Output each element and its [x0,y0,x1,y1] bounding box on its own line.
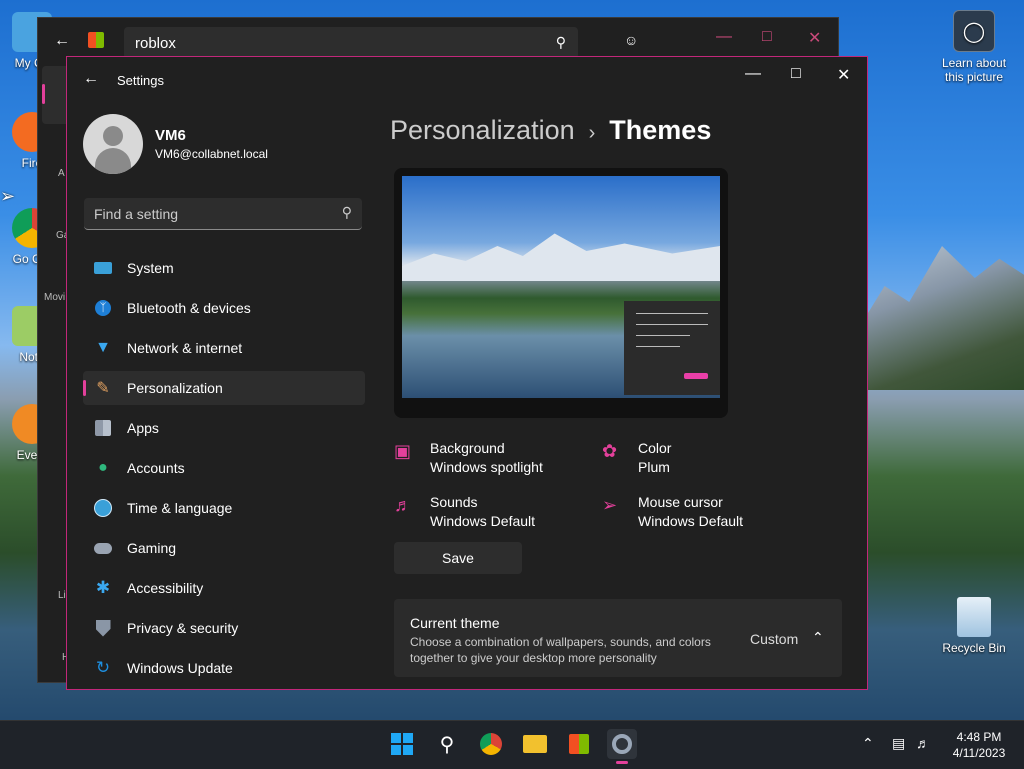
clock-date: 4/11/2023 [952,746,1006,760]
save-button[interactable]: Save [394,542,522,574]
sidebar-item-apps[interactable]: Apps [83,411,365,445]
current-theme-description: Choose a combination of wallpapers, soun… [410,635,711,665]
volume-icon[interactable]: ♬ [916,735,930,751]
recycle-bin[interactable]: Recycle Bin [936,597,1012,655]
picture-icon: ▣ [394,441,412,461]
store-search-input[interactable]: roblox ⚲ [124,27,578,59]
user-email: VM6@collabnet.local [155,147,268,161]
chrome-icon [480,733,502,755]
back-button[interactable]: ← [83,70,99,88]
sidebar-item-accessibility[interactable]: ✱ Accessibility [83,571,365,605]
sidebar-item-accounts[interactable]: ● Accounts [83,451,365,485]
bluetooth-icon: ᛉ [93,298,113,318]
current-theme-value: Custom [750,631,799,647]
store-logo-icon [88,32,104,48]
shield-icon [93,618,113,638]
palette-icon: ✿ [602,441,618,461]
chevron-right-icon: › [588,122,596,144]
accounts-icon: ● [98,459,108,476]
taskbar-settings[interactable] [607,729,637,764]
windows-logo-icon [391,733,413,755]
store-close-button[interactable]: ✕ [808,28,821,48]
system-icon [93,258,113,278]
store-back-button[interactable]: ← [54,32,70,50]
window-title: Settings [117,73,164,88]
gear-icon [612,734,632,754]
find-setting-input[interactable]: Find a setting ⚲ [84,198,362,230]
sidebar-item-windows-update[interactable]: ↻ Windows Update [83,651,365,685]
update-icon: ↻ [95,658,111,677]
sidebar-item-network[interactable]: ▼ Network & internet [83,331,365,365]
taskbar: ⚲ ⌃ ▤ ♬ 4:48 PM 4/11/2023 [0,720,1024,769]
store-maximize-button[interactable]: □ [762,28,772,46]
close-button[interactable]: ✕ [837,65,850,85]
sounds-setting[interactable]: ♬ Sounds Windows Default [394,493,535,531]
wallpaper-preview [402,176,720,398]
theme-preview [394,168,728,418]
user-name: VM6 [155,127,186,144]
sidebar-nav: System ᛉ Bluetooth & devices ▼ Network &… [83,251,365,689]
chevron-up-icon[interactable]: ⌃ [812,629,824,646]
folder-icon [523,735,547,753]
clock[interactable]: 4:48 PM 4/11/2023 [938,729,1020,761]
maximize-button[interactable]: □ [791,65,801,83]
sidebar-item-gaming[interactable]: Gaming [83,531,365,565]
search-icon: ⚲ [341,204,352,220]
sidebar-item-system[interactable]: System [83,251,365,285]
desktop-mountain [860,246,1024,390]
store-nav-movies[interactable]: Movi [44,292,65,303]
taskbar-store[interactable] [564,729,594,759]
mouse-pointer-icon: ➢ [0,186,16,206]
sidebar-item-bluetooth[interactable]: ᛉ Bluetooth & devices [83,291,365,325]
recycle-bin-icon [957,597,991,637]
store-nav-apps[interactable]: A [58,168,65,179]
breadcrumb-parent[interactable]: Personalization [390,115,575,145]
background-setting[interactable]: ▣ Background Windows spotlight [394,439,543,477]
brush-icon: ✎ [96,380,110,397]
taskbar-file-explorer[interactable] [520,729,550,759]
avatar[interactable] [83,114,143,174]
speaker-icon: ♬ [394,495,412,515]
preview-window-sample [624,301,720,395]
account-icon[interactable]: ☺ [624,32,638,48]
accessibility-icon: ✱ [95,578,111,597]
current-theme-panel[interactable]: Current theme Choose a combination of wa… [394,599,842,677]
store-minimize-button[interactable]: — [716,28,732,46]
learn-about-picture[interactable]: ◯ Learn about this picture [936,10,1012,84]
minimize-button[interactable]: — [745,65,761,83]
clock-time: 4:48 PM [956,730,1002,744]
mouse-cursor-setting[interactable]: ➢ Mouse cursor Windows Default [602,493,743,531]
current-theme-title: Current theme [410,615,500,631]
sidebar-item-time-language[interactable]: Time & language [83,491,365,525]
store-nav-library[interactable]: Li [58,590,66,601]
controller-icon [93,538,113,558]
cursor-icon: ➢ [602,495,618,515]
search-icon: ⚲ [555,34,566,50]
sidebar-item-personalization[interactable]: ✎ Personalization [83,371,365,405]
taskbar-chrome[interactable] [476,729,506,759]
apps-icon [93,418,113,438]
start-button[interactable] [387,729,417,759]
settings-window: ← Settings — □ ✕ VM6 VM6@collabnet.local… [66,56,868,690]
search-icon: ⚲ [439,733,455,756]
page-title: Themes [609,115,712,145]
sidebar-item-privacy[interactable]: Privacy & security [83,611,365,645]
camera-icon: ◯ [953,10,995,52]
wifi-icon: ▼ [95,339,111,356]
network-icon[interactable]: ▤ [892,735,905,752]
taskbar-search-button[interactable]: ⚲ [432,729,462,759]
clock-icon [93,498,113,518]
breadcrumb: Personalization › Themes [390,115,711,146]
search-placeholder: Find a setting [94,205,179,222]
chevron-up-icon[interactable]: ⌃ [862,735,874,752]
store-icon [569,734,589,754]
color-setting[interactable]: ✿ Color Plum [602,439,671,477]
